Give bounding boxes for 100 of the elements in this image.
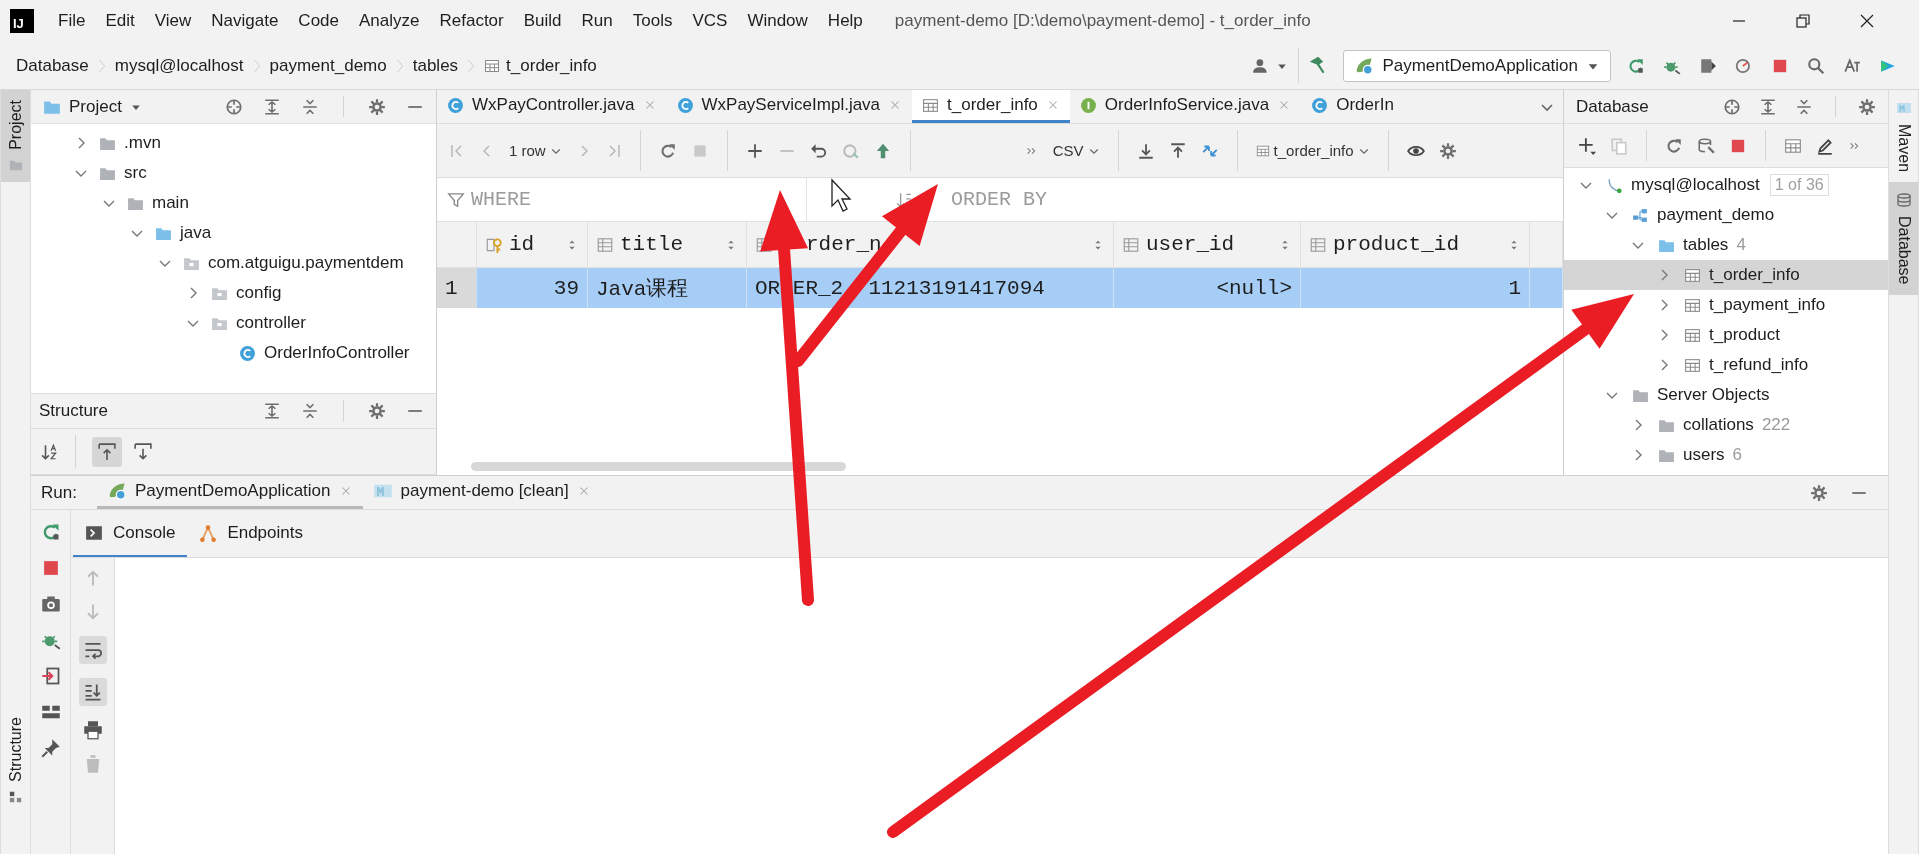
camera-icon[interactable] bbox=[40, 594, 61, 614]
menu-item[interactable]: File bbox=[48, 11, 96, 31]
expand-all-icon[interactable] bbox=[263, 97, 281, 116]
tree-item[interactable]: mysql@localhost bbox=[1631, 175, 1760, 195]
tool-window-tab[interactable]: Database bbox=[1889, 182, 1918, 295]
tree-item[interactable]: tables bbox=[1683, 235, 1729, 255]
column-header[interactable]: user_id bbox=[1114, 222, 1301, 268]
panel-title[interactable]: Project bbox=[69, 96, 122, 117]
tree-item[interactable]: config bbox=[236, 283, 282, 303]
rerun-icon[interactable] bbox=[1627, 56, 1645, 75]
editor-tab[interactable]: WxPayController.java bbox=[437, 90, 667, 123]
tree-item[interactable]: collations bbox=[1683, 415, 1754, 435]
menu-item[interactable]: Window bbox=[737, 11, 818, 31]
scrollbar[interactable] bbox=[471, 462, 846, 471]
tree-item[interactable]: .mvn bbox=[124, 133, 161, 153]
column-header[interactable]: product_id bbox=[1301, 222, 1530, 268]
settings-icon[interactable] bbox=[368, 402, 386, 420]
tool-window-tab[interactable]: Structure bbox=[1, 707, 30, 814]
table-cell[interactable]: OR ER_2 11213191417094 bbox=[747, 268, 1114, 308]
run-tab[interactable]: payment-demo [clean] bbox=[362, 476, 601, 509]
table-icon[interactable] bbox=[1784, 136, 1802, 155]
tree-item[interactable]: Server Objects bbox=[1657, 385, 1770, 405]
edit-icon[interactable] bbox=[1816, 136, 1834, 155]
breadcrumb[interactable]: t_order_info bbox=[506, 55, 597, 76]
menu-item[interactable]: Tools bbox=[622, 11, 683, 31]
menu-item[interactable]: Run bbox=[571, 11, 623, 31]
expand-all-icon[interactable] bbox=[1759, 97, 1777, 116]
table-cell[interactable]: <null> bbox=[1114, 268, 1301, 308]
data-source-properties-icon[interactable] bbox=[1697, 136, 1715, 155]
tree-item[interactable]: t_order_info bbox=[1709, 265, 1800, 285]
tree-item[interactable]: OrderInfoController bbox=[264, 343, 410, 363]
download-icon[interactable] bbox=[1136, 141, 1155, 160]
tree-item[interactable]: t_payment_info bbox=[1709, 295, 1826, 315]
upload-icon[interactable] bbox=[1168, 141, 1187, 160]
tree-item[interactable]: java bbox=[180, 223, 212, 243]
column-header[interactable]: id bbox=[477, 222, 588, 268]
tree-item[interactable]: src bbox=[124, 163, 147, 183]
print-icon[interactable] bbox=[82, 720, 103, 740]
sort-alphabetically-icon[interactable] bbox=[41, 442, 59, 461]
settings-icon[interactable] bbox=[368, 97, 386, 116]
editor-tab[interactable]: WxPayServiceImpl.java bbox=[666, 90, 913, 123]
refresh-icon[interactable] bbox=[658, 141, 677, 160]
settings-icon[interactable] bbox=[1810, 483, 1828, 502]
restore-icon[interactable] bbox=[1795, 13, 1811, 29]
editor-tab[interactable]: t_order_info bbox=[912, 90, 1070, 123]
locate-icon[interactable] bbox=[1723, 97, 1741, 116]
editor-tab[interactable]: OrderInfoService.java bbox=[1069, 90, 1302, 123]
menu-item[interactable]: Navigate bbox=[201, 11, 289, 31]
settings-icon[interactable] bbox=[1438, 141, 1457, 160]
table-cell[interactable]: Java课程 bbox=[588, 268, 747, 308]
collapse-all-icon[interactable] bbox=[301, 402, 319, 420]
row-count-dropdown[interactable]: 1 row bbox=[509, 142, 562, 159]
breadcrumb[interactable]: tables bbox=[412, 55, 459, 76]
tree-item[interactable]: controller bbox=[236, 313, 306, 333]
collapse-all-icon[interactable] bbox=[1795, 97, 1813, 116]
expand-all-icon[interactable] bbox=[263, 402, 281, 420]
translate-icon[interactable] bbox=[1843, 56, 1861, 75]
breadcrumb[interactable]: mysql@localhost bbox=[114, 55, 244, 76]
menu-item[interactable]: Build bbox=[513, 11, 572, 31]
add-icon[interactable] bbox=[1578, 136, 1596, 155]
tree-item[interactable]: com.atguigu.paymentdem bbox=[208, 253, 404, 273]
enter-icon[interactable] bbox=[40, 666, 61, 686]
menu-item[interactable]: Help bbox=[817, 11, 873, 31]
show-inherited-icon[interactable] bbox=[98, 442, 116, 461]
editor-tab[interactable]: OrderIn bbox=[1301, 90, 1404, 123]
add-row-icon[interactable] bbox=[745, 141, 764, 160]
tree-item[interactable]: t_product bbox=[1709, 325, 1780, 345]
settings-icon[interactable] bbox=[1858, 97, 1876, 116]
tool-window-tab[interactable]: Project bbox=[1, 90, 30, 182]
export-format-dropdown[interactable]: CSV bbox=[1052, 142, 1100, 159]
table-cell[interactable] bbox=[1530, 268, 1563, 308]
search-icon[interactable] bbox=[1807, 56, 1825, 75]
menu-item[interactable]: Analyze bbox=[349, 11, 430, 31]
column-header[interactable]: title bbox=[588, 222, 747, 268]
menu-item[interactable]: Refactor bbox=[429, 11, 514, 31]
table-dropdown[interactable]: t_order_info bbox=[1255, 142, 1370, 159]
profiler-icon[interactable] bbox=[1735, 56, 1753, 75]
tree-item[interactable]: users bbox=[1683, 445, 1725, 465]
show-fields-icon[interactable] bbox=[134, 442, 152, 461]
tree-item[interactable]: payment_demo bbox=[1657, 205, 1775, 225]
coverage-icon[interactable] bbox=[1699, 56, 1717, 75]
menu-item[interactable]: Edit bbox=[95, 11, 145, 31]
tool-window-tab[interactable]: Maven bbox=[1889, 90, 1918, 183]
close-icon[interactable] bbox=[1859, 13, 1875, 29]
collapse-all-icon[interactable] bbox=[301, 97, 319, 116]
menu-item[interactable]: Code bbox=[288, 11, 349, 31]
table-cell[interactable]: 39 bbox=[477, 268, 588, 308]
locate-icon[interactable] bbox=[225, 97, 243, 116]
breadcrumb[interactable]: Database bbox=[16, 55, 89, 76]
menu-item[interactable]: View bbox=[144, 11, 202, 31]
table-cell[interactable]: 1 bbox=[1301, 268, 1530, 308]
breadcrumb[interactable]: payment_demo bbox=[269, 55, 387, 76]
refresh-icon[interactable] bbox=[1665, 136, 1683, 155]
menu-item[interactable]: VCS bbox=[682, 11, 738, 31]
run-configuration-dropdown[interactable]: PaymentDemoApplication bbox=[1343, 49, 1611, 82]
pin-icon[interactable] bbox=[40, 738, 61, 758]
tree-item[interactable]: main bbox=[152, 193, 189, 213]
tree-item[interactable]: t_refund_info bbox=[1709, 355, 1809, 375]
console-tab[interactable]: Endpoints bbox=[187, 510, 315, 557]
revert-icon[interactable] bbox=[809, 141, 828, 160]
